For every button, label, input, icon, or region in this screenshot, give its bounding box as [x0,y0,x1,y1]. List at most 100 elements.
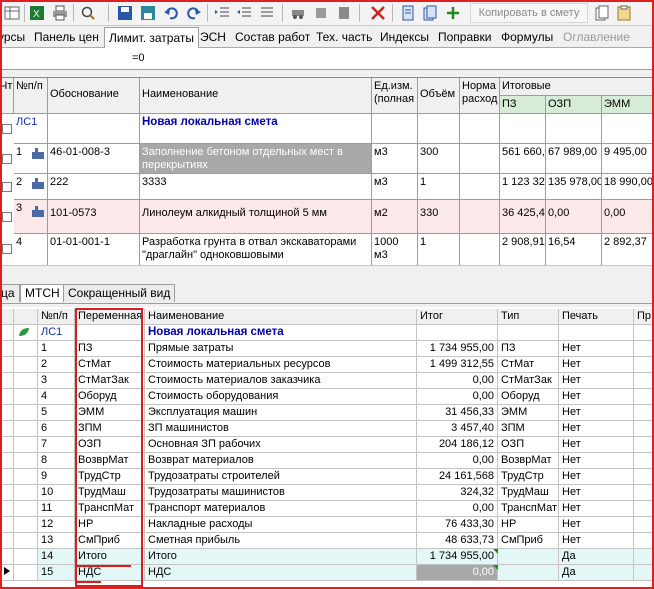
col-header-norm[interactable]: Норма расход [460,78,500,114]
row-basis[interactable]: 01-01-001-1 [48,234,140,266]
formula-bar[interactable]: =0 [0,48,654,70]
row-variable[interactable]: Итого [75,549,145,565]
row-norm[interactable] [460,200,500,234]
row-ozp[interactable]: 67 989,00 [546,144,602,174]
table-row[interactable]: 12 НР Накладные расходы 76 433,30 НР Нет [0,517,654,533]
row-num[interactable]: 14 [38,549,75,565]
table-row[interactable]: 4 [14,234,48,266]
row-total[interactable]: 1 734 955,00 [417,549,498,565]
row-total[interactable]: 24 161,568 [417,469,498,485]
col-header-variable[interactable]: Переменная [75,309,145,325]
grid-icon[interactable] [2,3,22,23]
row-variable[interactable]: НДС [75,565,145,581]
row-total[interactable]: 1 734 955,00 [417,341,498,357]
table-row[interactable]: 4 Оборуд Стоимость оборудования 0,00 Оборуд Н… [0,389,654,405]
table-row[interactable]: 14 Итого Итого 1 734 955,00 Да [0,549,654,565]
save-icon[interactable] [115,3,135,23]
tab-resources[interactable]: урсы [0,29,25,47]
row-total[interactable]: 204 186,12 [417,437,498,453]
row-type[interactable]: Оборуд [498,389,559,405]
row-variable[interactable]: НР [75,517,145,533]
row-print[interactable]: Нет [559,357,634,373]
row-type[interactable]: СмПриб [498,533,559,549]
row-print[interactable]: Нет [559,501,634,517]
row-name[interactable]: Заполнение бетоном отдельных мест в пере… [140,144,372,174]
row-type[interactable] [498,549,559,565]
col-header-name[interactable]: Наименование [145,309,417,325]
row-volume[interactable]: 330 [418,200,460,234]
row-checkbox[interactable] [2,244,12,254]
row-num[interactable]: 1 [38,341,75,357]
row-total[interactable]: 76 433,30 [417,517,498,533]
tab-price-panel[interactable]: Панель цен [34,29,99,47]
row-variable[interactable]: ТранспМат [75,501,145,517]
formula-value[interactable]: =0 [132,52,145,64]
row-num[interactable]: 7 [38,437,75,453]
row-name[interactable]: Сметная прибыль [145,533,417,549]
col-header-unit[interactable]: Ед.изм. (полная [372,78,418,114]
col-header-name[interactable]: Наименование [140,78,372,114]
tab-mtsn[interactable]: МТСН [20,284,65,302]
tab-price[interactable]: ца [0,284,20,302]
row-total[interactable]: 0,00 [417,453,498,469]
tab-work-composition[interactable]: Состав работ [235,29,310,47]
row-type[interactable]: ЭММ [498,405,559,421]
table-row[interactable]: 2 СтМат Стоимость материальных ресурсов 1 4… [0,357,654,373]
row-pz[interactable]: 1 123 32 [500,174,546,200]
table-row[interactable]: 9 ТрудСтр Трудозатраты строителей 24 161,56… [0,469,654,485]
paste-icon[interactable] [334,3,354,23]
col-header-extra[interactable]: Пр [634,309,654,325]
row-checkbox[interactable] [2,212,12,222]
row-type[interactable] [498,565,559,581]
row-volume[interactable]: 1 [418,234,460,266]
outdent-icon[interactable] [234,3,254,23]
row-print[interactable]: Нет [559,485,634,501]
row-checkbox[interactable] [2,154,12,164]
row-unit[interactable]: м3 [372,174,418,200]
row-volume[interactable]: 1 [418,174,460,200]
row-total[interactable]: 48 633,73 [417,533,498,549]
row-num[interactable]: 11 [38,501,75,517]
row-ozp[interactable]: 16,54 [546,234,602,266]
row-type[interactable]: СтМат [498,357,559,373]
row-num[interactable]: 10 [38,485,75,501]
indent-icon[interactable] [212,3,232,23]
row-print[interactable]: Нет [559,405,634,421]
row-checkbox[interactable] [2,124,12,134]
row-unit[interactable]: м3 [372,144,418,174]
row-variable[interactable]: ЭММ [75,405,145,421]
row-pz[interactable]: 2 908,91 [500,234,546,266]
copy-to-estimate-button[interactable]: Копировать в смету [470,3,588,23]
row-unit[interactable]: м2 [372,200,418,234]
row-pz[interactable]: 561 660, [500,144,546,174]
row-emm[interactable]: 18 990,00 [602,174,654,200]
search-icon[interactable] [78,3,98,23]
row-basis[interactable]: 46-01-008-3 [48,144,140,174]
row-variable[interactable]: СтМат [75,357,145,373]
copy-icon[interactable] [592,3,612,23]
delete-icon[interactable] [368,3,388,23]
row-num[interactable]: 4 [38,389,75,405]
col-header-basis[interactable]: Обоснование [48,78,140,114]
print-icon[interactable] [50,3,70,23]
row-num[interactable]: 2 [38,357,75,373]
add-icon[interactable] [443,3,463,23]
row-print[interactable]: Нет [559,341,634,357]
redo-icon[interactable] [184,3,204,23]
row-type[interactable]: НР [498,517,559,533]
row-variable[interactable]: СмПриб [75,533,145,549]
row-name[interactable]: Транспорт материалов [145,501,417,517]
row-num[interactable]: 13 [38,533,75,549]
row-variable[interactable]: ВозврМат [75,453,145,469]
row-type[interactable]: ТранспМат [498,501,559,517]
row-print[interactable]: Нет [559,421,634,437]
row-type[interactable]: ПЗ [498,341,559,357]
row-name[interactable]: 3333 [140,174,372,200]
row-total[interactable]: 0,00 [417,389,498,405]
row-name[interactable]: Стоимость материалов заказчика [145,373,417,389]
row-variable[interactable]: СтМатЗак [75,373,145,389]
row-type[interactable]: ТрудМаш [498,485,559,501]
row-print[interactable]: Нет [559,373,634,389]
row-total[interactable]: 324,32 [417,485,498,501]
col-header-emm[interactable]: ЭММ [602,96,654,114]
